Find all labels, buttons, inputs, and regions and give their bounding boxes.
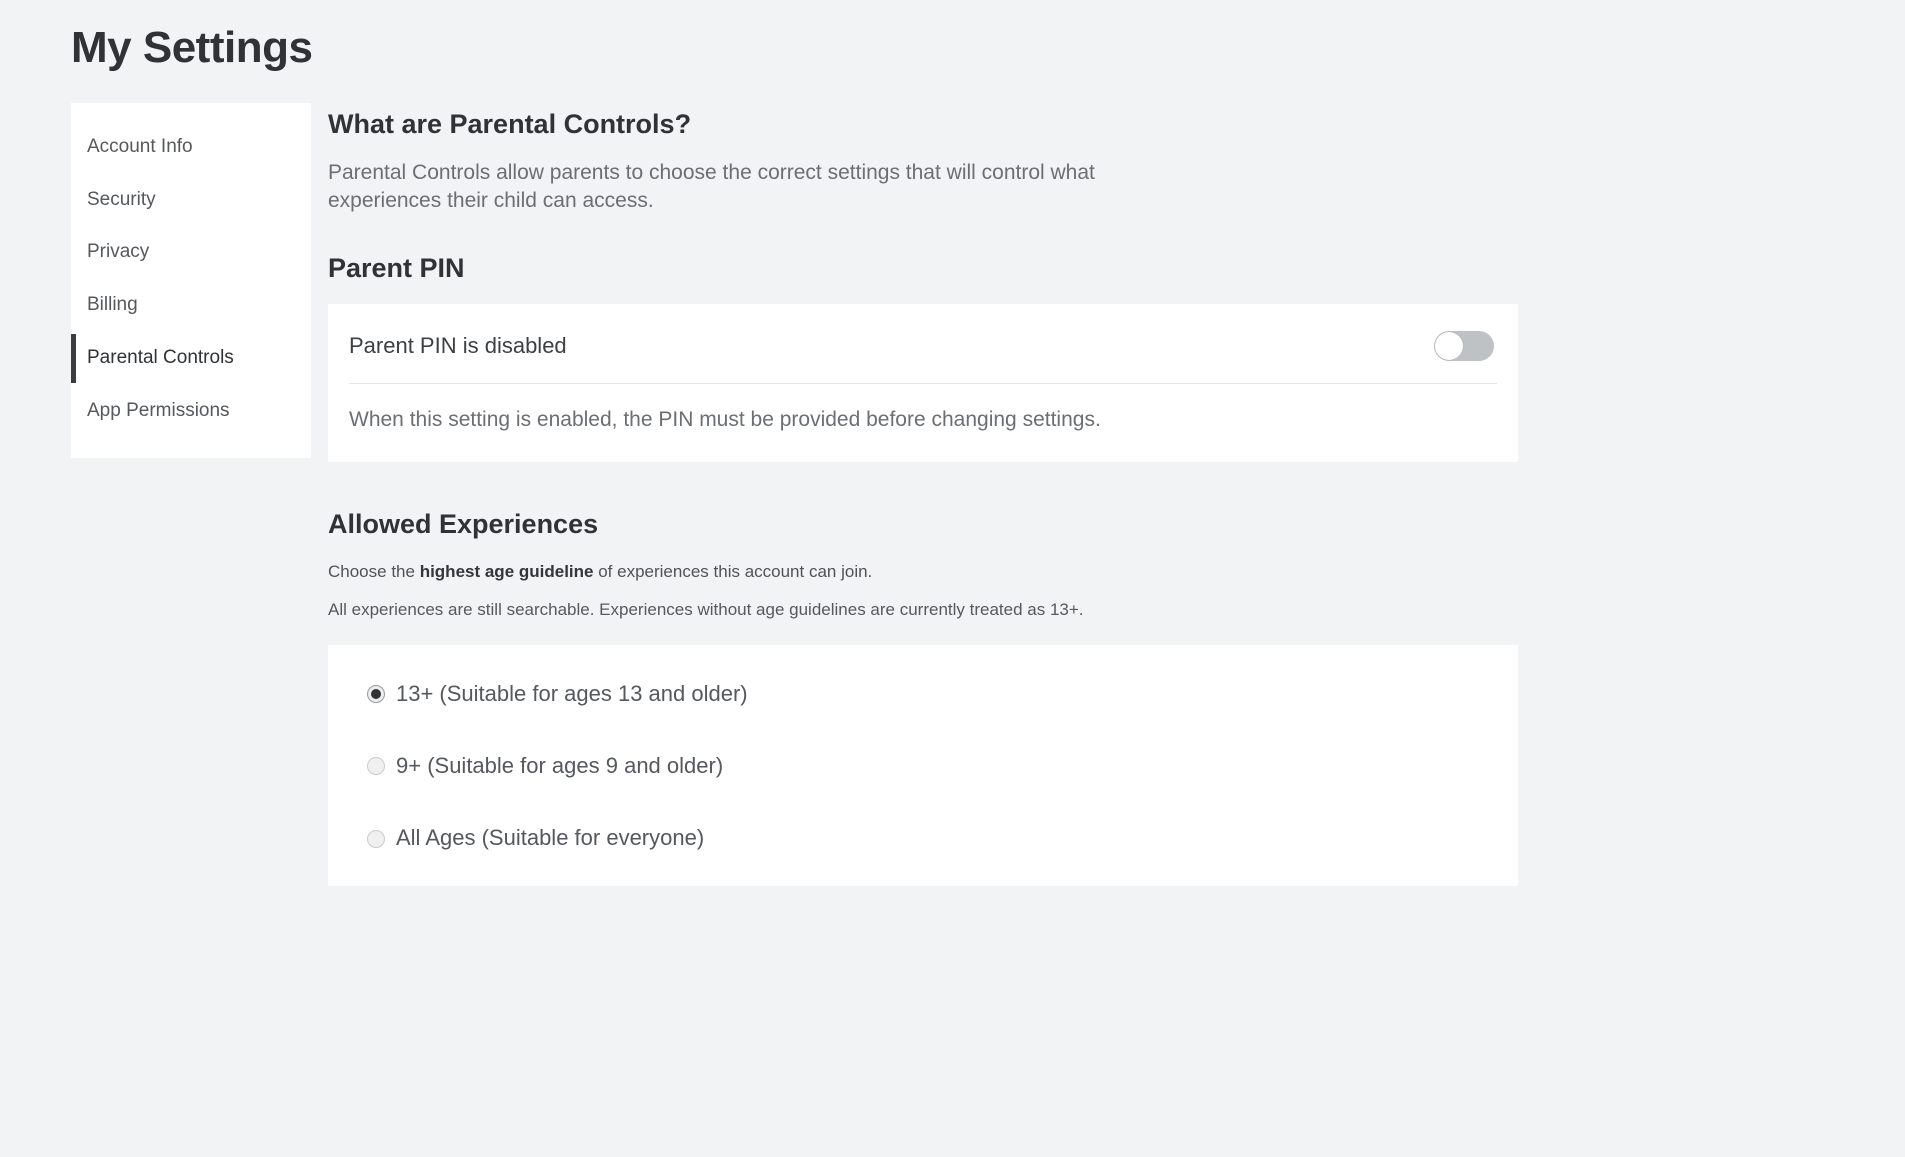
sidebar-item-security[interactable]: Security [71, 174, 311, 227]
age-option-9-plus[interactable]: 9+ (Suitable for ages 9 and older) [328, 753, 1518, 779]
parent-pin-card: Parent PIN is disabled When this setting… [328, 304, 1518, 462]
settings-layout: Account Info Security Privacy Billing Pa… [0, 102, 1905, 886]
sidebar-item-app-permissions[interactable]: App Permissions [71, 385, 311, 438]
sidebar-item-parental-controls[interactable]: Parental Controls [71, 332, 311, 385]
allowed-experiences-heading: Allowed Experiences [328, 508, 599, 539]
sidebar-item-label: App Permissions [87, 399, 230, 421]
settings-main-content: What are Parental Controls? Parental Con… [328, 103, 1518, 886]
about-parental-controls-body: Parental Controls allow parents to choos… [328, 160, 1095, 212]
about-parental-controls-heading: What are Parental Controls? [328, 108, 692, 139]
helper-suffix: of experiences this account can join. [593, 561, 873, 581]
sidebar-item-privacy[interactable]: Privacy [71, 226, 311, 279]
helper-prefix: Choose the [328, 561, 420, 581]
radio-unselected-icon[interactable] [367, 829, 385, 848]
toggle-knob-icon [1435, 332, 1463, 361]
parent-pin-status-row: Parent PIN is disabled [328, 304, 1518, 383]
parent-pin-heading: Parent PIN [328, 253, 465, 284]
page-title: My Settings [71, 23, 313, 72]
sidebar-item-label: Billing [87, 294, 138, 316]
age-option-label: 9+ (Suitable for ages 9 and older) [396, 753, 724, 779]
age-option-13-plus[interactable]: 13+ (Suitable for ages 13 and older) [328, 681, 1518, 707]
sidebar-item-account-info[interactable]: Account Info [71, 121, 311, 174]
parent-pin-status-label: Parent PIN is disabled [349, 333, 567, 359]
sidebar-item-label: Security [87, 188, 156, 210]
helper-bold: highest age guideline [419, 561, 594, 581]
sidebar-item-label: Parental Controls [87, 346, 234, 368]
age-option-label: All Ages (Suitable for everyone) [396, 825, 705, 851]
parent-pin-toggle[interactable] [1434, 331, 1494, 362]
sidebar-item-label: Privacy [87, 241, 150, 263]
parent-pin-help-text: When this setting is enabled, the PIN mu… [349, 408, 1101, 432]
age-option-all-ages[interactable]: All Ages (Suitable for everyone) [328, 825, 1518, 851]
radio-selected-icon[interactable] [367, 684, 385, 703]
allowed-experiences-helper-secondary: All experiences are still searchable. Ex… [328, 599, 1084, 619]
sidebar-item-label: Account Info [87, 135, 193, 157]
age-guideline-options-card: 13+ (Suitable for ages 13 and older) 9+ … [328, 644, 1518, 886]
age-option-label: 13+ (Suitable for ages 13 and older) [396, 680, 748, 706]
sidebar-item-billing[interactable]: Billing [71, 279, 311, 332]
radio-unselected-icon[interactable] [367, 757, 385, 776]
allowed-experiences-helper: Choose the highest age guideline of expe… [328, 561, 1518, 584]
settings-sidebar: Account Info Security Privacy Billing Pa… [71, 102, 311, 458]
